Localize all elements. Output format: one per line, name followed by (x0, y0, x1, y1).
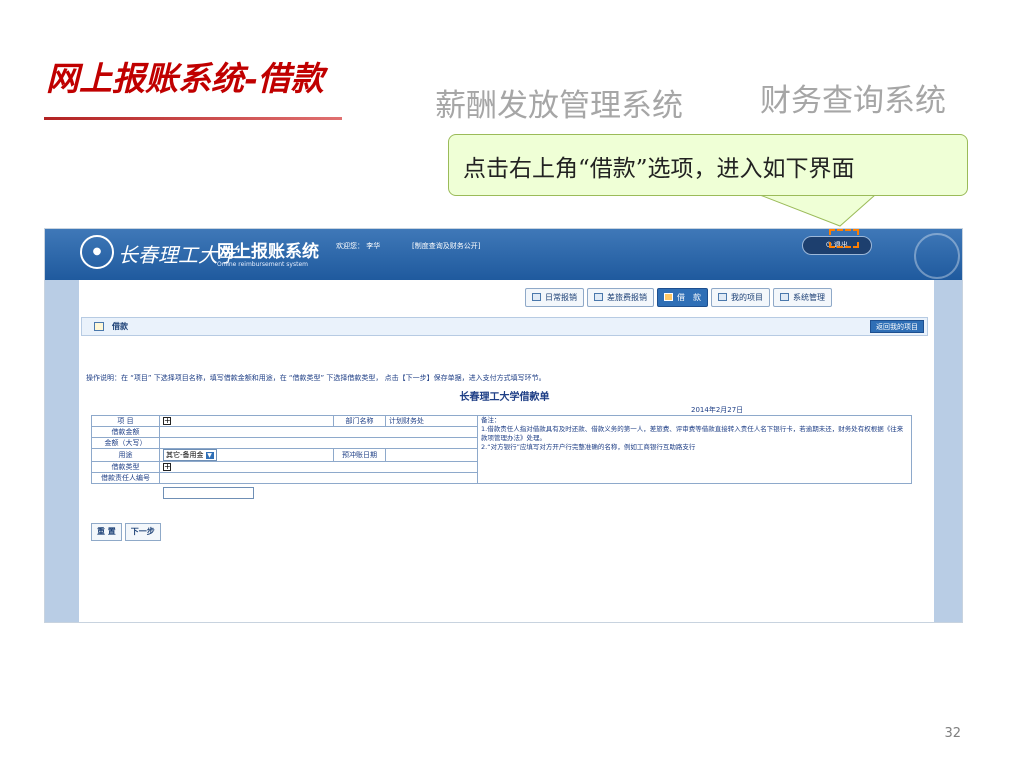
purpose-field: 其它-备用金 ▼ (159, 448, 334, 462)
form-actions: 重 置下一步 (91, 519, 164, 541)
salary-system-label: 薪酬发放管理系统 (435, 88, 683, 124)
return-to-projects-button[interactable]: 返回我的项目 (870, 320, 924, 333)
add-loan-type-icon[interactable]: + (163, 463, 171, 471)
form-title: 长春理工大学借款单 (459, 392, 550, 403)
slide: 网上报账系统-借款 薪酬发放管理系统 财务查询系统 点击右上角“借款”选项，进入… (0, 0, 1024, 768)
policy-link[interactable]: [制度查询及财务公开] (412, 241, 480, 251)
tab-loan[interactable]: 借 款 (657, 288, 708, 307)
highlight-box (829, 229, 859, 248)
app-screenshot: ● 长春理工大学 网上报账系统 Online reimbursement sys… (44, 228, 963, 623)
writeoff-date-label: 预冲账日期 (333, 448, 386, 462)
tab-label: 我的项目 (731, 293, 763, 302)
responsible-id-input[interactable] (163, 487, 254, 499)
notes-label: 备注： (481, 416, 501, 424)
system-name: 网上报账系统 (217, 242, 319, 262)
section-header: 借款 返回我的项目 (81, 317, 928, 336)
instructions-text: 操作说明：在 “项目” 下选择项目名称，填写借款金额和用途，在 “借款类型” 下… (86, 374, 546, 382)
purpose-select[interactable]: 其它-备用金 ▼ (163, 449, 217, 461)
tab-label: 差旅费报销 (607, 293, 647, 302)
section-title: 借款 (112, 322, 128, 331)
form-icon (94, 322, 104, 331)
writeoff-date-field[interactable] (385, 448, 478, 462)
right-border (934, 229, 962, 622)
instruction-callout: 点击右上角“借款”选项，进入如下界面 (448, 134, 968, 196)
responsible-id-cell (159, 472, 478, 484)
university-seal-icon: ● (80, 235, 114, 269)
luggage-icon (594, 293, 603, 301)
project-field: + (159, 415, 334, 427)
slide-title: 网上报账系统-借款 (46, 59, 324, 98)
loan-type-field: + (159, 461, 478, 473)
project-label: 项 目 (91, 415, 160, 427)
dept-value: 计划财务处 (385, 415, 478, 427)
purpose-value: 其它-备用金 (166, 451, 204, 459)
amount-upper-field (159, 437, 478, 449)
callout-text: 点击右上角“借款”选项，进入如下界面 (463, 156, 855, 182)
list-icon (718, 293, 727, 301)
main-tabs: 日常报销 差旅费报销 借 款 我的项目 系统管理 (525, 288, 835, 308)
app-header: ● 长春理工大学 网上报账系统 Online reimbursement sys… (45, 229, 962, 280)
left-border (45, 229, 79, 622)
note-1: 1.借款责任人指对借款具有及时还款、借款义务的第一人，差旅费、评审费等借款直接转… (481, 425, 904, 442)
form-date: 2014年2月27日 (691, 406, 744, 414)
notes-cell: 备注： 1.借款责任人指对借款具有及时还款、借款义务的第一人，差旅费、评审费等借… (477, 415, 912, 484)
chevron-down-icon[interactable]: ▼ (205, 452, 214, 459)
amount-upper-label: 金额（大写） (91, 437, 160, 449)
page-number: 32 (944, 726, 961, 741)
tab-travel-reimbursement[interactable]: 差旅费报销 (587, 288, 654, 307)
document-icon (532, 293, 541, 301)
welcome-text: 欢迎您： 李华 (336, 242, 381, 250)
tab-label: 借 款 (677, 293, 701, 302)
next-step-button[interactable]: 下一步 (124, 523, 161, 541)
add-project-icon[interactable]: + (163, 417, 171, 425)
loan-type-label: 借款类型 (91, 461, 160, 473)
system-subtitle: Online reimbursement system (217, 261, 308, 268)
tab-label: 系统管理 (793, 293, 825, 302)
watermark-seal-icon (914, 233, 960, 279)
purpose-label: 用途 (91, 448, 160, 462)
responsible-id-label: 借款责任人编号 (91, 472, 160, 484)
amount-field[interactable] (159, 426, 478, 438)
tab-daily-reimbursement[interactable]: 日常报销 (525, 288, 584, 307)
money-icon (664, 293, 673, 301)
tab-label: 日常报销 (545, 293, 577, 302)
settings-icon (780, 293, 789, 301)
title-underline (44, 117, 342, 120)
loan-form: 项 目 + 部门名称 计划财务处 备注： 1.借款责任人指对借款具有及时还款、借… (91, 415, 912, 484)
tab-my-projects[interactable]: 我的项目 (711, 288, 770, 307)
tab-system-management[interactable]: 系统管理 (773, 288, 832, 307)
amount-label: 借款金额 (91, 426, 160, 438)
note-2: 2.“对方银行”应填写对方开户行完整准确的名称，例如工商银行互助路支行 (481, 443, 696, 451)
reset-button[interactable]: 重 置 (91, 523, 122, 541)
dept-label: 部门名称 (333, 415, 386, 427)
finance-query-label: 财务查询系统 (760, 83, 946, 119)
